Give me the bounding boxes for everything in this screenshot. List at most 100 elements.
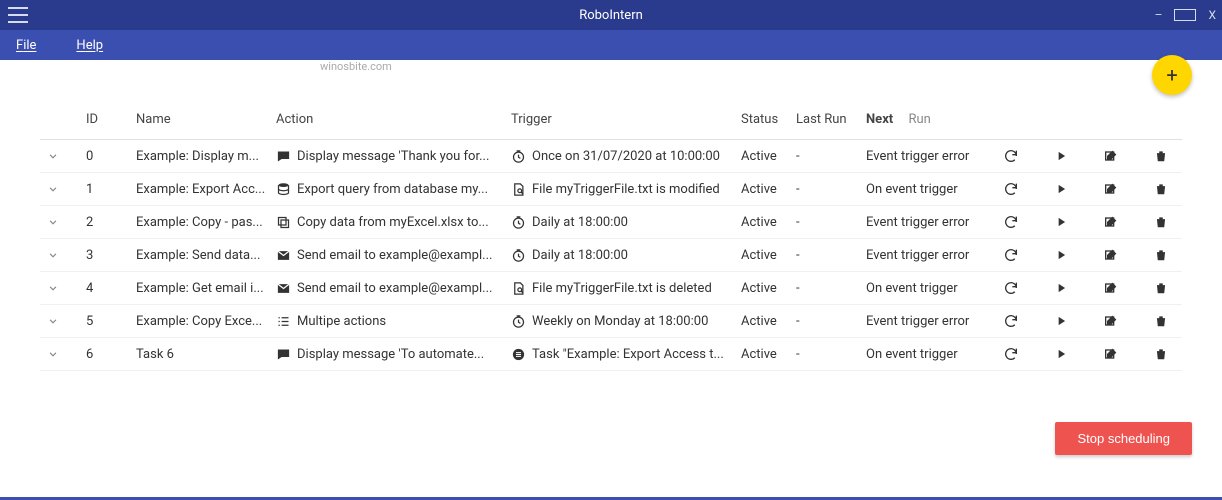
edit-button[interactable] [1102, 279, 1120, 297]
hamburger-menu-icon[interactable] [8, 7, 28, 23]
copy-icon [276, 215, 291, 230]
delete-button[interactable] [1152, 246, 1170, 264]
message-icon [276, 347, 291, 362]
refresh-icon [1003, 280, 1019, 296]
edit-icon [1103, 280, 1119, 296]
col-id: ID [86, 112, 136, 127]
cell-id: 2 [86, 215, 136, 230]
trash-icon [1154, 182, 1168, 196]
cell-action: Send email to example@exampl... [276, 281, 511, 296]
cell-trigger: Daily at 18:00:00 [511, 215, 741, 230]
expand-toggle[interactable] [46, 347, 86, 361]
run-button[interactable] [1052, 312, 1070, 330]
cell-name: Example: Copy - pas... [136, 215, 276, 230]
titlebar: RoboIntern – X [0, 0, 1222, 30]
cell-name: Example: Display m... [136, 149, 276, 164]
chevron-down-icon [46, 314, 60, 328]
refresh-button[interactable] [1002, 213, 1020, 231]
refresh-button[interactable] [1002, 246, 1020, 264]
cell-id: 1 [86, 182, 136, 197]
cell-trigger: Daily at 18:00:00 [511, 248, 741, 263]
run-button[interactable] [1052, 180, 1070, 198]
app-title: RoboIntern [579, 8, 643, 23]
maximize-button[interactable] [1174, 9, 1196, 21]
stop-scheduling-button[interactable]: Stop scheduling [1055, 422, 1192, 455]
cell-last-run: - [796, 347, 866, 362]
edit-button[interactable] [1102, 213, 1120, 231]
refresh-button[interactable] [1002, 312, 1020, 330]
menu-help[interactable]: Help [76, 38, 103, 53]
refresh-icon [1003, 214, 1019, 230]
cell-status: Active [741, 347, 796, 362]
edit-button[interactable] [1102, 246, 1120, 264]
edit-button[interactable] [1102, 180, 1120, 198]
refresh-icon [1003, 346, 1019, 362]
edit-button[interactable] [1102, 312, 1120, 330]
chevron-down-icon [46, 215, 60, 229]
cell-status: Active [741, 149, 796, 164]
table-row[interactable]: 2 Example: Copy - pas... Copy data from … [40, 206, 1182, 239]
refresh-icon [1003, 181, 1019, 197]
delete-button[interactable] [1152, 345, 1170, 363]
table-row[interactable]: 3 Example: Send data... Send email to ex… [40, 239, 1182, 272]
expand-toggle[interactable] [46, 149, 86, 163]
col-last-run: Last Run [796, 112, 866, 127]
minimize-button[interactable]: – [1155, 8, 1163, 22]
edit-icon [1103, 247, 1119, 263]
refresh-button[interactable] [1002, 147, 1020, 165]
chevron-down-icon [46, 248, 60, 262]
run-button[interactable] [1052, 279, 1070, 297]
cell-id: 6 [86, 347, 136, 362]
cell-name: Example: Send data... [136, 248, 276, 263]
refresh-icon [1003, 247, 1019, 263]
table-row[interactable]: 1 Example: Export Acc... Export query fr… [40, 173, 1182, 206]
play-icon [1054, 281, 1068, 295]
edit-button[interactable] [1102, 147, 1120, 165]
plus-icon: + [1166, 63, 1177, 87]
expand-toggle[interactable] [46, 281, 86, 295]
db-icon [276, 182, 291, 197]
delete-button[interactable] [1152, 147, 1170, 165]
expand-toggle[interactable] [46, 248, 86, 262]
table-row[interactable]: 4 Example: Get email i... Send email to … [40, 272, 1182, 305]
run-button[interactable] [1052, 213, 1070, 231]
play-icon [1054, 347, 1068, 361]
delete-button[interactable] [1152, 180, 1170, 198]
cell-id: 3 [86, 248, 136, 263]
close-button[interactable]: X [1208, 8, 1216, 22]
trash-icon [1154, 215, 1168, 229]
table-container: ID Name Action Trigger Status Last Run N… [0, 60, 1222, 371]
table-row[interactable]: 0 Example: Display m... Display message … [40, 140, 1182, 173]
cell-action: Display message 'To automate... [276, 347, 511, 362]
run-button[interactable] [1052, 246, 1070, 264]
cell-action: Multipe actions [276, 314, 511, 329]
col-next-run: Next Run [866, 112, 986, 127]
delete-button[interactable] [1152, 279, 1170, 297]
table-row[interactable]: 6 Task 6 Display message 'To automate...… [40, 338, 1182, 371]
refresh-button[interactable] [1002, 180, 1020, 198]
cell-trigger: Once on 31/07/2020 at 10:00:00 [511, 149, 741, 164]
add-task-button[interactable]: + [1152, 55, 1192, 95]
trash-icon [1154, 248, 1168, 262]
edit-icon [1103, 313, 1119, 329]
cell-last-run: - [796, 248, 866, 263]
task-icon [511, 347, 526, 362]
edit-button[interactable] [1102, 345, 1120, 363]
cell-name: Example: Get email i... [136, 281, 276, 296]
refresh-button[interactable] [1002, 279, 1020, 297]
mail-icon [276, 281, 291, 296]
refresh-button[interactable] [1002, 345, 1020, 363]
cell-status: Active [741, 248, 796, 263]
delete-button[interactable] [1152, 312, 1170, 330]
expand-toggle[interactable] [46, 182, 86, 196]
expand-toggle[interactable] [46, 215, 86, 229]
cell-action: Export query from database my... [276, 182, 511, 197]
file-icon [511, 182, 526, 197]
run-button[interactable] [1052, 147, 1070, 165]
run-button[interactable] [1052, 345, 1070, 363]
table-row[interactable]: 5 Example: Copy Exce... Multipe actions … [40, 305, 1182, 338]
menu-file[interactable]: File [16, 38, 36, 53]
delete-button[interactable] [1152, 213, 1170, 231]
expand-toggle[interactable] [46, 314, 86, 328]
trash-icon [1154, 347, 1168, 361]
